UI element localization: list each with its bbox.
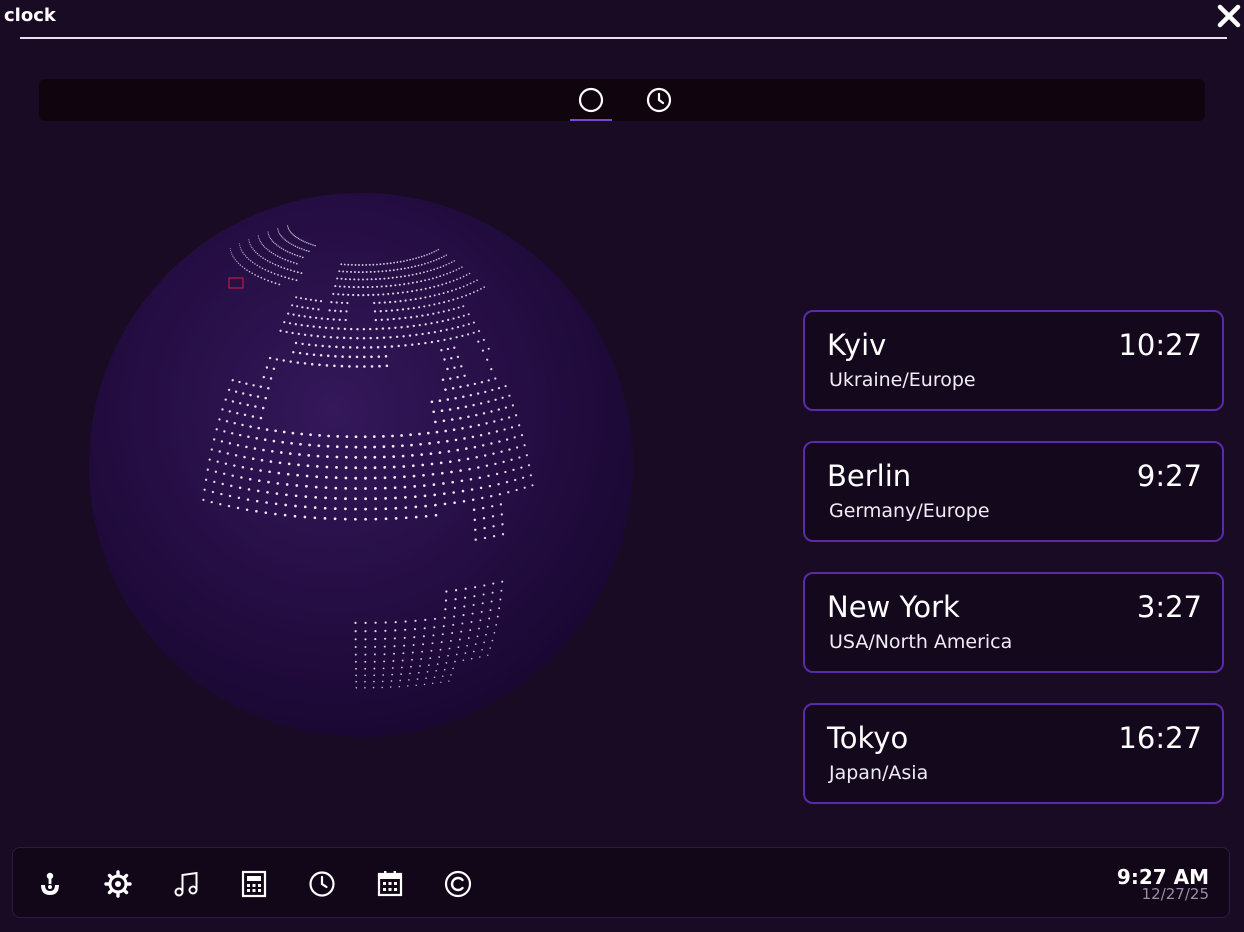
joystick-icon [41,872,59,895]
clock-card-berlin[interactable]: Berlin 9:27 Germany/Europe [803,441,1224,542]
city-name: Tokyo [827,721,909,755]
taskbar-games-button[interactable] [36,870,64,898]
taskbar-clock-button[interactable] [308,870,336,898]
city-name: Berlin [827,459,912,493]
window-title: clock [4,5,56,26]
city-time: 10:27 [1118,328,1202,362]
city-name: Kyiv [827,328,887,362]
title-divider [20,37,1227,39]
taskbar-settings-button[interactable] [104,870,132,898]
tab-clock[interactable] [638,79,680,121]
view-tab-bar [39,79,1205,121]
taskbar-about-button[interactable] [444,870,472,898]
music-note-icon [174,871,198,897]
tab-globe[interactable] [570,79,612,121]
city-region: Germany/Europe [829,500,990,522]
clock-card-kyiv[interactable]: Kyiv 10:27 Ukraine/Europe [803,310,1224,411]
calculator-icon [241,870,267,898]
gear-icon [104,870,132,898]
city-region: USA/North America [829,631,1013,653]
clock-icon [309,871,335,897]
clock-card-tokyo[interactable]: Tokyo 16:27 Japan/Asia [803,703,1224,804]
city-name: New York [827,590,960,624]
calendar-icon [377,871,403,897]
world-globe[interactable] [86,190,636,740]
clock-card-new-york[interactable]: New York 3:27 USA/North America [803,572,1224,673]
city-region: Japan/Asia [829,762,929,784]
copyright-icon [444,870,472,898]
city-region: Ukraine/Europe [829,369,976,391]
taskbar-calendar-button[interactable] [376,870,404,898]
close-icon [1217,4,1241,28]
clock-icon [646,87,672,113]
city-time: 9:27 [1136,459,1202,493]
taskbar-music-button[interactable] [172,870,200,898]
title-bar: clock [0,0,1244,34]
city-time: 16:27 [1118,721,1202,755]
taskbar: 9:27 AM 12/27/25 [12,847,1230,918]
taskbar-calculator-button[interactable] [240,870,268,898]
globe-sphere [89,193,633,737]
city-time: 3:27 [1136,590,1202,624]
globe-circle-icon [578,87,604,113]
system-clock-date: 12/27/25 [1141,885,1209,903]
close-button[interactable] [1216,2,1242,30]
